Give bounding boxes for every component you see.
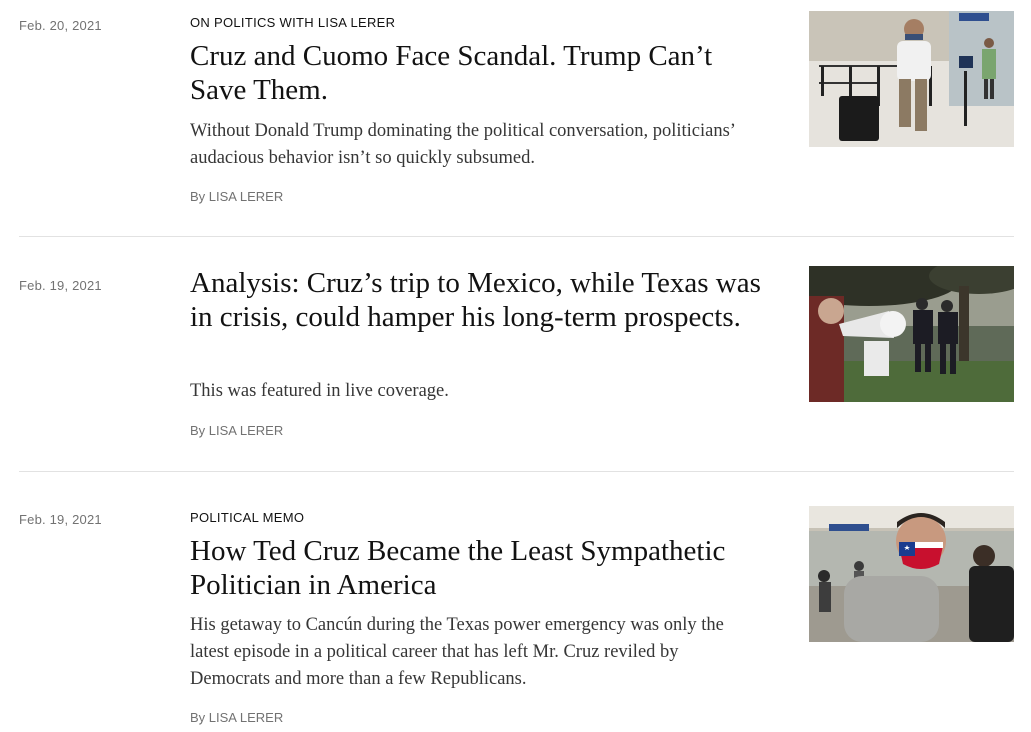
article-byline: By Lisa Lerer [190, 423, 283, 438]
byline-author[interactable]: Lisa Lerer [209, 710, 283, 725]
article-divider [19, 471, 1014, 472]
article-feed: Feb. 20, 2021 On Politics With Lisa Lere… [0, 0, 1031, 732]
masked-man-airport-photo[interactable] [809, 506, 1014, 642]
article-headline[interactable]: How Ted Cruz Became the Least Sympatheti… [190, 534, 770, 602]
article-summary: His getaway to Cancún during the Texas p… [190, 615, 724, 689]
article-date: Feb. 19, 2021 [19, 278, 102, 293]
article-date: Feb. 20, 2021 [19, 18, 102, 33]
byline-prefix: By [190, 189, 206, 204]
article-kicker[interactable]: Political Memo [190, 510, 304, 525]
airport-traveler-photo[interactable] [809, 11, 1014, 147]
byline-prefix: By [190, 710, 206, 725]
article-summary: Without Donald Trump dominating the poli… [190, 121, 735, 168]
byline-author[interactable]: Lisa Lerer [209, 423, 283, 438]
protest-megaphone-photo[interactable] [809, 266, 1014, 402]
article-headline[interactable]: Analysis: Cruz’s trip to Mexico, while T… [190, 266, 770, 334]
article-date: Feb. 19, 2021 [19, 512, 102, 527]
article-kicker[interactable]: On Politics With Lisa Lerer [190, 15, 395, 30]
article-divider [19, 236, 1014, 237]
article-byline: By Lisa Lerer [190, 710, 283, 725]
article-summary: This was featured in live coverage. [190, 381, 449, 401]
article-headline[interactable]: Cruz and Cuomo Face Scandal. Trump Can’t… [190, 39, 770, 107]
byline-author[interactable]: Lisa Lerer [209, 189, 283, 204]
article-byline: By Lisa Lerer [190, 189, 283, 204]
byline-prefix: By [190, 423, 206, 438]
